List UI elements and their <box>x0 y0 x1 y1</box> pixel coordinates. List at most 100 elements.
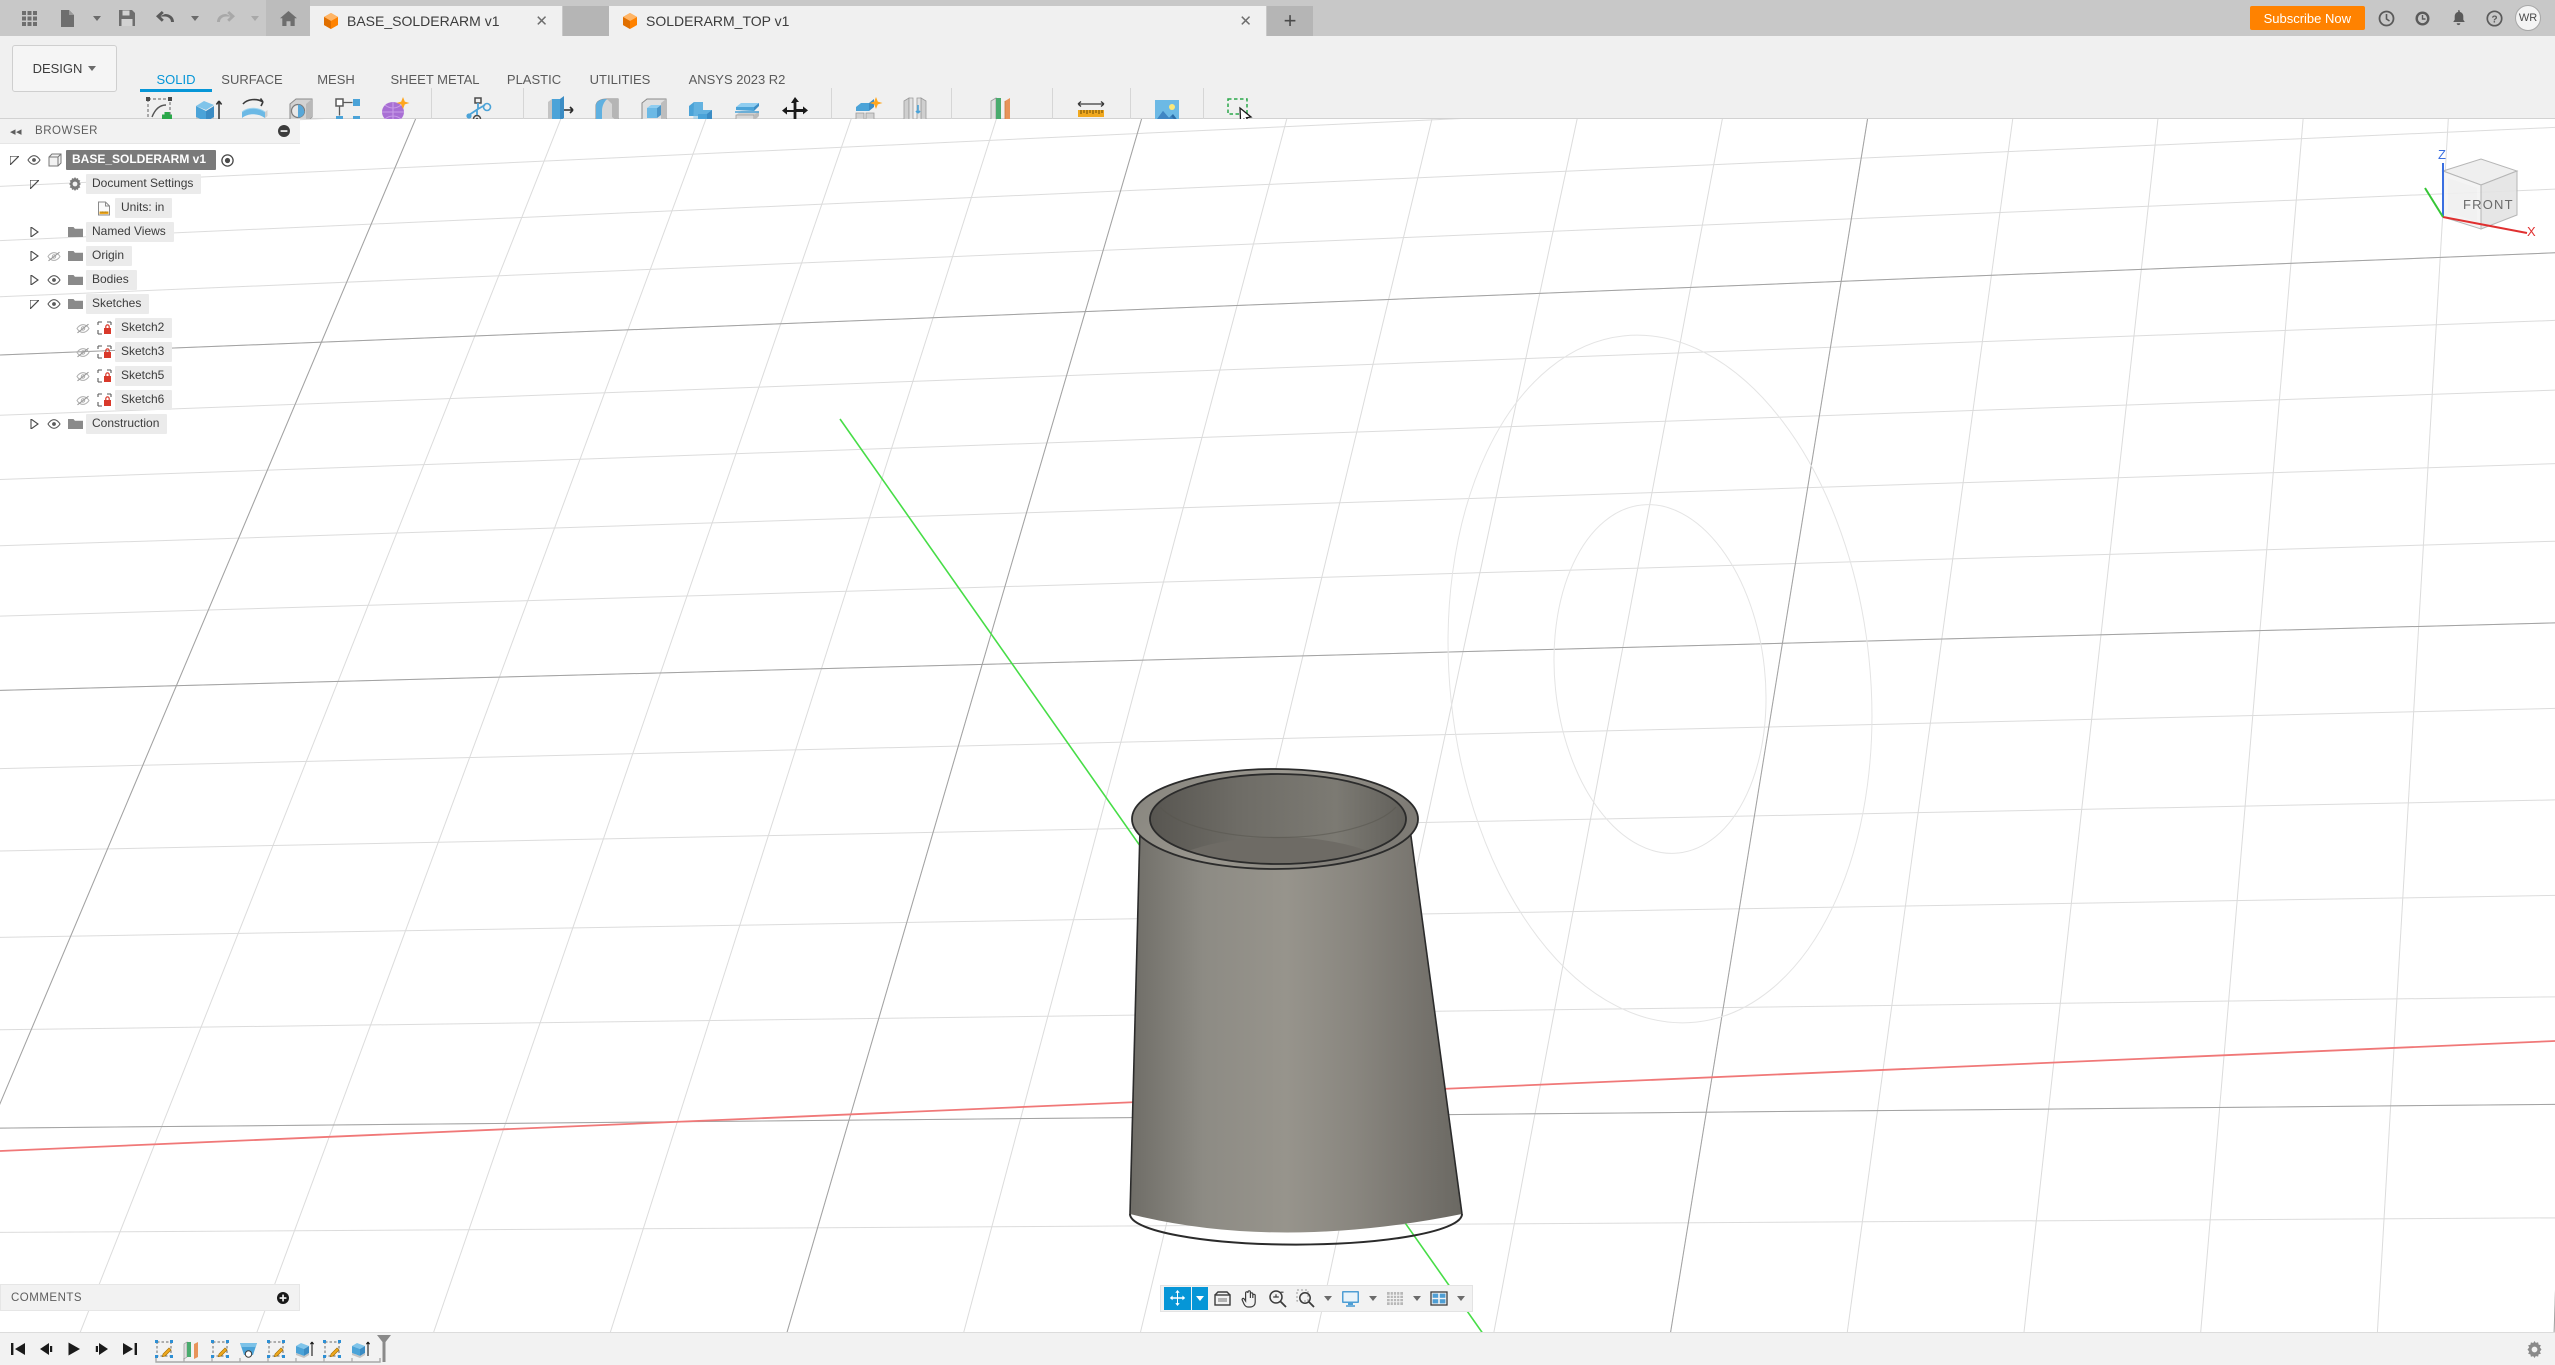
timeline-extrude-icon[interactable] <box>290 1334 318 1364</box>
viewports-dropdown-icon[interactable] <box>1453 1287 1469 1310</box>
grid-snaps-dropdown-icon[interactable] <box>1409 1287 1425 1310</box>
avatar[interactable]: WR <box>2515 5 2541 31</box>
visibility-eye-off-icon[interactable] <box>72 347 93 358</box>
job-status-icon[interactable] <box>2371 3 2401 33</box>
tree-node-origin[interactable]: Origin <box>0 244 300 268</box>
minus-circle-icon[interactable] <box>278 125 290 137</box>
timeline-plane-icon[interactable] <box>178 1334 206 1364</box>
display-settings-dropdown-icon[interactable] <box>1365 1287 1381 1310</box>
folder-icon <box>64 226 86 238</box>
zoom-icon[interactable] <box>1264 1287 1291 1310</box>
timeline-end-marker[interactable] <box>375 1334 393 1364</box>
plus-circle-icon[interactable] <box>277 1291 289 1304</box>
timeline-sketch-icon[interactable] <box>150 1334 178 1364</box>
tree-node-document-settings[interactable]: Document Settings <box>0 172 300 196</box>
notifications-bell-icon[interactable] <box>2443 3 2473 33</box>
fusion360-window: BASE_SOLDERARM v1 ✕ SOLDERARM_TOP v1 ✕ +… <box>0 0 2555 1365</box>
viewport-3d[interactable]: FRONT Z X <box>0 119 2555 1365</box>
new-tab-button[interactable]: + <box>1267 6 1313 36</box>
go-to-beginning-icon[interactable] <box>4 1335 32 1363</box>
tree-node-label: Sketch5 <box>115 366 173 386</box>
expand-arrow-icon[interactable] <box>26 299 43 309</box>
collapse-arrow-icon[interactable] <box>26 227 43 237</box>
view-cube[interactable]: FRONT Z X <box>2407 133 2537 253</box>
visibility-eye-icon[interactable] <box>43 299 64 309</box>
collapse-arrow-icon[interactable] <box>26 419 43 429</box>
comments-panel: COMMENTS <box>0 1284 300 1311</box>
app-grid-icon[interactable] <box>10 0 48 36</box>
activate-component-radio[interactable] <box>221 153 234 167</box>
tree-node-sketch2[interactable]: Sketch2 <box>0 316 300 340</box>
visibility-eye-icon[interactable] <box>43 275 64 285</box>
collapse-arrow-icon[interactable] <box>26 275 43 285</box>
ribbon: DESIGN SOLID SURFACE MESH SHEET METAL PL… <box>0 36 2555 150</box>
redo-dropdown-icon[interactable] <box>244 0 266 36</box>
collapse-arrow-icon[interactable] <box>26 251 43 261</box>
visibility-eye-icon[interactable] <box>23 155 44 165</box>
sketch-locked-icon <box>93 369 115 383</box>
fusion-doc-icon <box>623 13 637 29</box>
tree-node-sketch6[interactable]: Sketch6 <box>0 388 300 412</box>
tree-node-units[interactable]: Units: in <box>0 196 300 220</box>
step-back-icon[interactable] <box>32 1335 60 1363</box>
subscribe-button[interactable]: Subscribe Now <box>2249 6 2365 30</box>
document-tab-close-icon[interactable]: ✕ <box>535 14 548 29</box>
tree-node-construction[interactable]: Construction <box>0 412 300 436</box>
tree-node-label: Construction <box>86 414 168 434</box>
tree-node-sketches[interactable]: Sketches <box>0 292 300 316</box>
tree-node-named-views[interactable]: Named Views <box>0 220 300 244</box>
timeline-sketch-icon[interactable] <box>206 1334 234 1364</box>
viewports-icon[interactable] <box>1426 1287 1452 1310</box>
tab-gap <box>563 6 609 36</box>
timeline-loft-icon[interactable] <box>234 1334 262 1364</box>
sketch-locked-icon <box>93 321 115 335</box>
expand-arrow-icon[interactable] <box>26 179 43 189</box>
home-icon[interactable] <box>266 0 310 36</box>
visibility-eye-icon[interactable] <box>43 419 64 429</box>
save-icon[interactable] <box>108 0 146 36</box>
document-tab-close-icon[interactable]: ✕ <box>1239 14 1252 29</box>
gear-icon[interactable] <box>2526 1340 2543 1358</box>
timeline-bar <box>0 1332 2555 1365</box>
tree-node-bodies[interactable]: Bodies <box>0 268 300 292</box>
orbit-icon[interactable] <box>1164 1287 1191 1310</box>
sketch-locked-icon <box>93 345 115 359</box>
undo-dropdown-icon[interactable] <box>184 0 206 36</box>
display-settings-icon[interactable] <box>1337 1287 1364 1310</box>
file-icon[interactable] <box>48 0 86 36</box>
zoom-window-icon[interactable] <box>1292 1287 1319 1310</box>
folder-icon <box>64 298 86 310</box>
tree-node-label: Bodies <box>86 270 137 290</box>
tree-node-sketch5[interactable]: Sketch5 <box>0 364 300 388</box>
timeline-sketch-icon[interactable] <box>318 1334 346 1364</box>
pan-icon[interactable] <box>1237 1287 1263 1310</box>
tree-node-label: Units: in <box>115 198 173 218</box>
expand-arrow-icon[interactable] <box>6 155 23 165</box>
timeline-sketch-icon[interactable] <box>262 1334 290 1364</box>
help-icon[interactable]: ? <box>2479 3 2509 33</box>
file-dropdown-icon[interactable] <box>86 0 108 36</box>
undo-icon[interactable] <box>146 0 184 36</box>
collapse-panel-icon[interactable]: ◂◂ <box>10 125 22 138</box>
document-tab-1[interactable]: SOLDERARM_TOP v1 ✕ <box>609 6 1267 36</box>
zoom-window-dropdown-icon[interactable] <box>1320 1287 1336 1310</box>
y-axis-indicator <box>2424 187 2444 218</box>
visibility-eye-off-icon[interactable] <box>43 251 64 262</box>
redo-icon[interactable] <box>206 0 244 36</box>
look-at-icon[interactable] <box>1209 1287 1236 1310</box>
visibility-eye-off-icon[interactable] <box>72 323 93 334</box>
orbit-dropdown-icon[interactable] <box>1192 1287 1208 1310</box>
grid-snaps-icon[interactable] <box>1382 1287 1408 1310</box>
document-tab-0[interactable]: BASE_SOLDERARM v1 ✕ <box>310 6 563 36</box>
visibility-eye-off-icon[interactable] <box>72 395 93 406</box>
browser-header: ◂◂ BROWSER <box>0 119 300 144</box>
tree-node-base-solderarm[interactable]: BASE_SOLDERARM v1 <box>0 148 300 172</box>
recent-icon[interactable] <box>2407 3 2437 33</box>
play-icon[interactable] <box>60 1335 88 1363</box>
tree-node-label: Sketch3 <box>115 342 173 362</box>
timeline-extrude-icon[interactable] <box>346 1334 374 1364</box>
step-forward-icon[interactable] <box>88 1335 116 1363</box>
tree-node-sketch3[interactable]: Sketch3 <box>0 340 300 364</box>
visibility-eye-off-icon[interactable] <box>72 371 93 382</box>
go-to-end-icon[interactable] <box>116 1335 144 1363</box>
